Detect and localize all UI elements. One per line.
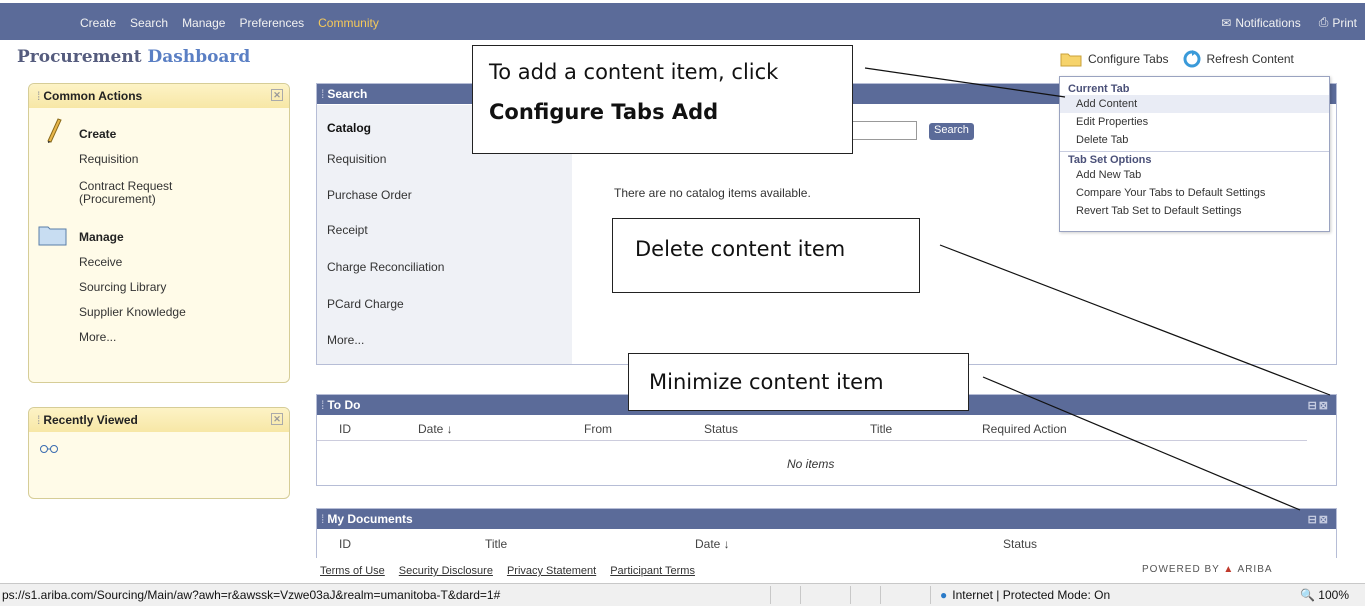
status-separator bbox=[800, 586, 801, 604]
privacy-statement-link[interactable]: Privacy Statement bbox=[507, 565, 596, 577]
zoom-icon: 🔍 bbox=[1300, 588, 1315, 602]
status-separator bbox=[930, 586, 931, 604]
security-disclosure-link[interactable]: Security Disclosure bbox=[399, 565, 493, 577]
footer-links: Terms of Use Security Disclosure Privacy… bbox=[320, 565, 695, 577]
status-separator bbox=[770, 586, 771, 604]
zoom-control[interactable]: 🔍 100% bbox=[1300, 588, 1349, 602]
callout-minimize-text: Minimize content item bbox=[649, 370, 884, 394]
callout-add-line1: To add a content item, click bbox=[489, 60, 779, 84]
status-separator bbox=[880, 586, 881, 604]
participant-terms-link[interactable]: Participant Terms bbox=[610, 565, 695, 577]
terms-of-use-link[interactable]: Terms of Use bbox=[320, 565, 385, 577]
security-zone: ● Internet | Protected Mode: On bbox=[940, 588, 1110, 602]
callout-add-content: To add a content item, click Configure T… bbox=[472, 45, 853, 154]
callout-add-line2: Configure Tabs Add bbox=[489, 100, 719, 124]
powered-by-ariba: POWERED BY ▲ ARIBA bbox=[1142, 564, 1273, 575]
ariba-logo-icon: ▲ bbox=[1223, 564, 1235, 575]
zoom-value: 100% bbox=[1318, 588, 1349, 602]
callout-delete-text: Delete content item bbox=[635, 237, 846, 261]
globe-icon: ● bbox=[940, 588, 948, 602]
callout-delete: Delete content item bbox=[612, 218, 920, 293]
status-url: ps://s1.ariba.com/Sourcing/Main/aw?awh=r… bbox=[2, 588, 501, 602]
ariba-label: ARIBA bbox=[1237, 564, 1273, 575]
callout-minimize: Minimize content item bbox=[628, 353, 969, 411]
status-separator bbox=[850, 586, 851, 604]
zone-label: Internet | Protected Mode: On bbox=[952, 588, 1111, 602]
powered-by-label: POWERED BY bbox=[1142, 564, 1220, 575]
browser-status-bar: ps://s1.ariba.com/Sourcing/Main/aw?awh=r… bbox=[0, 583, 1365, 606]
